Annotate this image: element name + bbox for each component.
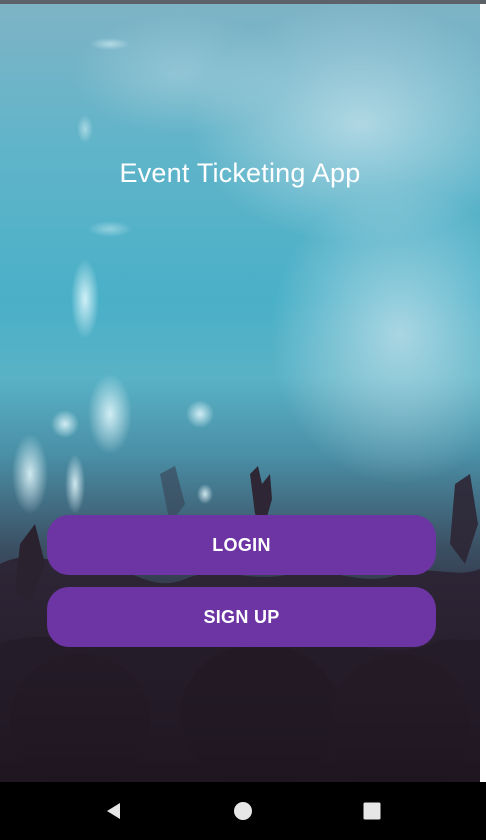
concert-crowd-illustration bbox=[0, 4, 480, 782]
recents-icon[interactable] bbox=[352, 791, 392, 831]
signup-button[interactable]: SIGN UP bbox=[47, 587, 436, 647]
edge-strip bbox=[480, 4, 486, 782]
concert-background-image bbox=[0, 4, 480, 782]
app-title: Event Ticketing App bbox=[119, 158, 361, 188]
home-icon[interactable] bbox=[223, 791, 263, 831]
back-icon[interactable] bbox=[94, 791, 134, 831]
login-button[interactable]: LOGIN bbox=[47, 515, 436, 575]
app-screen: Event Ticketing App LOGIN SIGN UP bbox=[0, 0, 486, 840]
system-navigation-bar bbox=[0, 782, 486, 840]
status-bar-edge bbox=[0, 0, 486, 4]
